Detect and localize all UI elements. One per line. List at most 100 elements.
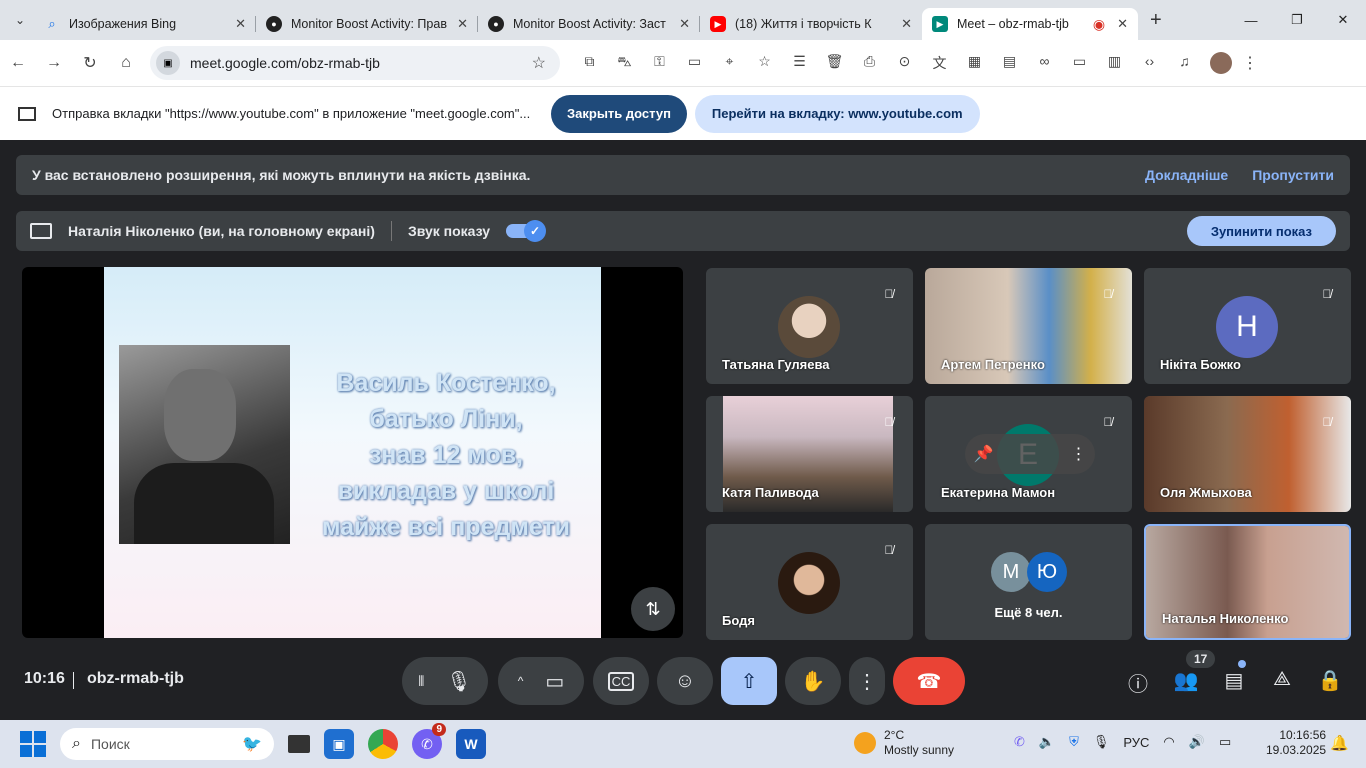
participant-tile[interactable]: 🎙̸ Катя Паливода bbox=[706, 396, 913, 512]
payment-card-icon[interactable]: ▭ bbox=[677, 53, 712, 73]
close-icon[interactable]: ✕ bbox=[901, 16, 912, 32]
reading-list-icon[interactable]: ☰ bbox=[782, 53, 817, 73]
word-icon[interactable]: W bbox=[456, 729, 486, 759]
home-icon[interactable]: ⌂ bbox=[108, 54, 144, 72]
devtools-icon[interactable]: ‹› bbox=[1132, 53, 1167, 73]
stop-sharing-button[interactable]: Закрыть доступ bbox=[551, 94, 687, 133]
screenshot-icon[interactable]: ⊙ bbox=[887, 53, 922, 73]
participant-tile[interactable]: 🎙̸ Татьяна Гуляева bbox=[706, 268, 913, 384]
self-tile[interactable]: Наталья Николенко bbox=[1144, 524, 1351, 640]
volume-icon[interactable]: 🔈 bbox=[1039, 734, 1055, 750]
cast-icon[interactable]: ▭ bbox=[1062, 53, 1097, 73]
stop-presenting-button[interactable]: Зупинити показ bbox=[1186, 216, 1336, 246]
chat-icon[interactable]: ▤ bbox=[1220, 668, 1248, 693]
new-tab-button[interactable]: + bbox=[1150, 9, 1162, 32]
close-icon[interactable]: ✕ bbox=[457, 16, 468, 32]
microphone-tray-icon[interactable]: 🎙 bbox=[1093, 734, 1110, 750]
site-info-icon[interactable]: ▣ bbox=[156, 51, 180, 75]
clock-date: 19.03.2025 bbox=[1266, 743, 1327, 757]
notification-bell-icon[interactable]: 🔔 bbox=[1330, 734, 1349, 752]
chrome-icon[interactable] bbox=[368, 729, 398, 759]
browser-tab-active[interactable]: ▶ Meet – obz-rmab-tjb ◉ ✕ bbox=[922, 8, 1138, 40]
menu-kebab-icon[interactable]: ⋮ bbox=[1232, 53, 1268, 73]
password-key-icon[interactable]: ⚿ bbox=[642, 53, 677, 73]
captions-button[interactable]: CC bbox=[593, 657, 649, 705]
start-button[interactable] bbox=[20, 731, 46, 757]
people-icon[interactable]: 👥 bbox=[1172, 668, 1200, 693]
presenter-label: Наталія Ніколенко (ви, на головному екра… bbox=[68, 223, 375, 239]
close-window-icon[interactable]: ✕ bbox=[1320, 0, 1366, 40]
location-pin-icon[interactable]: ⌖ bbox=[712, 53, 747, 73]
more-options-button[interactable]: ⋮ bbox=[849, 657, 885, 705]
table-icon[interactable]: ▥ bbox=[1097, 53, 1132, 73]
participant-tile[interactable]: 🎙̸ Бодя bbox=[706, 524, 913, 640]
microphone-icon[interactable]: 🎙 bbox=[446, 669, 471, 694]
browser-tab[interactable]: ▶ (18) Життя і творчість К ✕ bbox=[700, 8, 922, 40]
go-to-tab-button[interactable]: Перейти на вкладку: www.youtube.com bbox=[694, 94, 980, 133]
profile-avatar[interactable] bbox=[1210, 52, 1232, 74]
extension-car-icon[interactable]: ⛍ bbox=[607, 53, 642, 73]
shared-slide: Василь Костенко, батько Ліни, знав 12 мо… bbox=[104, 267, 601, 638]
close-icon[interactable]: ✕ bbox=[1117, 16, 1128, 32]
viber-tray-icon[interactable]: ✆ bbox=[1014, 734, 1025, 750]
activities-icon[interactable]: ⟁ bbox=[1268, 668, 1296, 691]
forward-icon[interactable]: → bbox=[36, 54, 72, 72]
present-button[interactable]: ⇧ bbox=[721, 657, 777, 705]
close-icon[interactable]: ✕ bbox=[679, 16, 690, 32]
browser-tab[interactable]: ● Monitor Boost Activity: Заст ✕ bbox=[478, 8, 700, 40]
bookmark-star-icon[interactable]: ☆ bbox=[532, 53, 546, 73]
task-view-icon[interactable] bbox=[288, 735, 310, 753]
minimize-icon[interactable]: — bbox=[1228, 0, 1274, 40]
url-text[interactable]: meet.google.com/obz-rmab-tjb bbox=[190, 55, 532, 71]
language-indicator[interactable]: РУС bbox=[1123, 735, 1149, 750]
reactions-button[interactable]: ☺ bbox=[657, 657, 713, 705]
delete-icon[interactable]: 🗑 bbox=[817, 53, 852, 73]
swap-layout-icon[interactable]: ⇅ bbox=[631, 587, 675, 631]
portrait-photo bbox=[119, 345, 290, 544]
camera-icon[interactable]: ▭ bbox=[545, 669, 564, 694]
meeting-info-icon[interactable]: ⓘ bbox=[1124, 668, 1152, 697]
more-options-icon[interactable]: ⋮ bbox=[1070, 444, 1086, 464]
battery-icon[interactable]: ▭ bbox=[1219, 734, 1231, 750]
clock[interactable]: 10:16:56 19.03.2025 bbox=[1266, 728, 1326, 758]
link-icon[interactable]: ∞ bbox=[1027, 53, 1062, 73]
share-audio-toggle[interactable]: ✓ bbox=[506, 220, 547, 242]
print-icon[interactable]: ⎙ bbox=[852, 53, 887, 73]
defender-icon[interactable]: ⛨ bbox=[1069, 734, 1079, 750]
recording-icon: ◉ bbox=[1092, 15, 1106, 32]
microphone-control: ⫴ 🎙 bbox=[402, 657, 488, 705]
participant-tile[interactable]: 🎙̸ Оля Жмыхова bbox=[1144, 396, 1351, 512]
wifi-icon[interactable]: ◠ bbox=[1163, 734, 1174, 750]
viber-icon[interactable]: ✆ 9 bbox=[412, 723, 446, 759]
taskbar-search[interactable]: ⌕ Поиск 🐦 bbox=[60, 728, 274, 760]
youtube-icon: ▶ bbox=[710, 16, 726, 32]
extensions-icon[interactable]: ⧉ bbox=[572, 53, 607, 73]
skip-link[interactable]: Пропустити bbox=[1252, 167, 1334, 183]
address-bar[interactable]: ▣ meet.google.com/obz-rmab-tjb ☆ bbox=[150, 46, 560, 80]
store-icon[interactable]: ▣ bbox=[324, 729, 354, 759]
raise-hand-button[interactable]: ✋ bbox=[785, 657, 841, 705]
close-icon[interactable]: ✕ bbox=[235, 16, 246, 32]
browser-tab[interactable]: ● Monitor Boost Activity: Прав ✕ bbox=[256, 8, 478, 40]
tab-search-button[interactable]: ⌄ bbox=[6, 6, 34, 34]
translate-icon[interactable]: 文 bbox=[922, 53, 957, 73]
reader-mode-icon[interactable]: ▤ bbox=[992, 53, 1027, 73]
chevron-up-icon[interactable]: ^ bbox=[518, 674, 524, 688]
pin-icon[interactable]: 📌 bbox=[974, 444, 994, 464]
weather-widget[interactable]: 2°C Mostly sunny bbox=[854, 728, 954, 758]
qr-code-icon[interactable]: ▦ bbox=[957, 53, 992, 73]
speaker-icon[interactable]: 🔊 bbox=[1189, 734, 1205, 750]
more-participants-tile[interactable]: М Ю Ещё 8 чел. bbox=[925, 524, 1132, 640]
participant-tile[interactable]: 🎙̸ Артем Петренко bbox=[925, 268, 1132, 384]
back-icon[interactable]: ← bbox=[0, 54, 36, 72]
browser-tab[interactable]: ⌕ Изображения Bing ✕ bbox=[34, 8, 256, 40]
learn-more-link[interactable]: Докладніше bbox=[1145, 167, 1228, 183]
maximize-icon[interactable]: ❐ bbox=[1274, 0, 1320, 40]
host-controls-icon[interactable]: 🔒 bbox=[1316, 668, 1344, 693]
reload-icon[interactable]: ↻ bbox=[72, 53, 108, 73]
participant-tile[interactable]: Е 📌 ⋮ 🎙̸ Екатерина Мамон bbox=[925, 396, 1132, 512]
media-control-icon[interactable]: ♫ bbox=[1167, 53, 1202, 73]
bookmarks-icon[interactable]: ☆ bbox=[747, 53, 782, 73]
leave-call-button[interactable]: ☎ bbox=[893, 657, 965, 705]
participant-tile[interactable]: Н 🎙̸ Нікіта Божко bbox=[1144, 268, 1351, 384]
